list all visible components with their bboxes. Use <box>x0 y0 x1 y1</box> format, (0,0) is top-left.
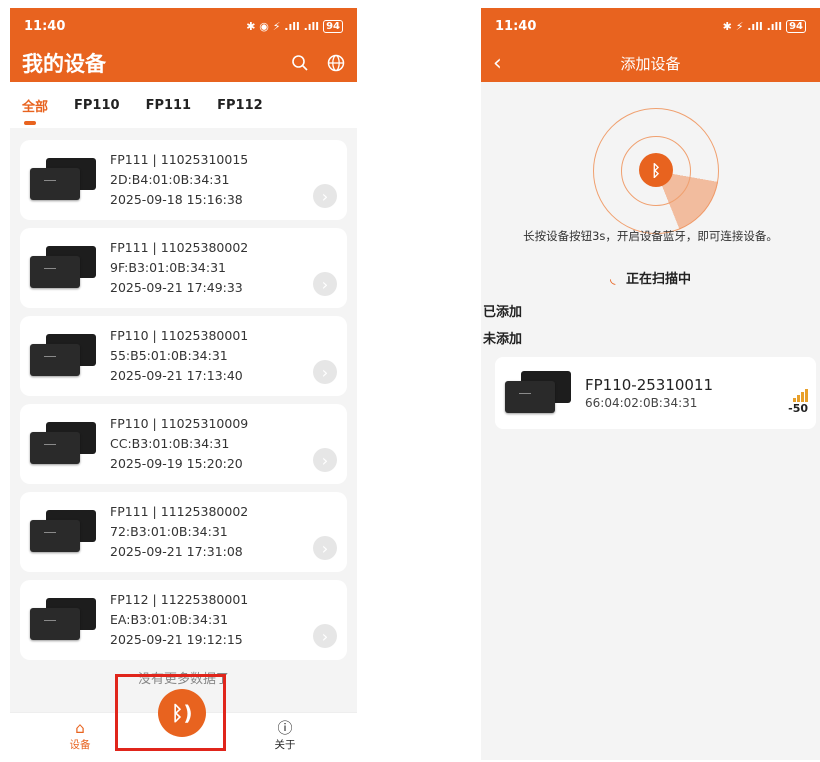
device-mac: 55:B5:01:0B:34:31 <box>110 348 228 363</box>
tab-all[interactable]: 全部 <box>22 96 48 125</box>
found-device-card[interactable]: FP110-25310011 66:04:02:0B:34:31 -50 <box>495 357 816 429</box>
nav-devices[interactable]: ⌂ 设备 <box>60 719 100 752</box>
device-image <box>30 510 98 554</box>
add-device-screen: 11:40 ✱ ⚡ .ıll .ıll 94 ‹ 添加设备 ᛒ 长按设备按钮3s… <box>481 8 820 760</box>
device-mac: 9F:B3:01:0B:34:31 <box>110 260 227 275</box>
info-icon: ⓘ <box>277 719 293 737</box>
device-mac: 2D:B4:01:0B:34:31 <box>110 172 230 187</box>
page-title: 添加设备 <box>620 54 681 73</box>
device-image <box>30 422 98 466</box>
nav-about[interactable]: ⓘ 关于 <box>265 719 305 752</box>
status-time: 11:40 <box>24 18 66 34</box>
device-time: 2025-09-21 17:49:33 <box>110 280 243 295</box>
device-mac: 72:B3:01:0B:34:31 <box>110 524 228 539</box>
device-card[interactable]: FP110 | 11025380001 55:B5:01:0B:34:31 20… <box>20 316 347 396</box>
device-time: 2025-09-18 15:16:38 <box>110 192 243 207</box>
device-card[interactable]: FP111 | 11125380002 72:B3:01:0B:34:31 20… <box>20 492 347 572</box>
device-time: 2025-09-19 15:20:20 <box>110 456 243 471</box>
chevron-right-icon[interactable]: › <box>313 272 337 296</box>
scanning-status: ◟ 正在扫描中 <box>481 268 820 287</box>
status-bar: 11:40 ✱ ⚡ .ıll .ıll 94 <box>481 8 820 44</box>
device-time: 2025-09-21 17:31:08 <box>110 544 243 559</box>
signal-strength: -50 <box>788 389 808 415</box>
device-time: 2025-09-21 19:12:15 <box>110 632 243 647</box>
app-bar: 我的设备 <box>10 44 357 82</box>
device-image <box>30 598 98 642</box>
tab-fp111[interactable]: FP111 <box>146 98 192 113</box>
device-model-serial: FP111 | 11025310015 <box>110 152 249 167</box>
device-model-serial: FP111 | 11025380002 <box>110 240 249 255</box>
globe-icon[interactable] <box>327 54 345 72</box>
my-devices-screen: 11:40 ✱ ◉ ⚡ .ıll .ıll 94 我的设备 全部 FP110 F… <box>10 8 357 760</box>
device-model-serial: FP112 | 11225380001 <box>110 592 249 607</box>
bluetooth-icon: ᛒ <box>639 153 673 187</box>
device-model-serial: FP110 | 11025380001 <box>110 328 249 343</box>
device-image <box>505 371 573 415</box>
not-added-section-label: 未添加 <box>483 332 523 347</box>
added-section-label: 已添加 <box>483 305 523 320</box>
device-list: FP111 | 11025310015 2D:B4:01:0B:34:31 20… <box>10 128 357 687</box>
device-image <box>30 158 98 202</box>
spinner-icon: ◟ <box>610 271 616 287</box>
nav-about-label: 关于 <box>274 739 296 751</box>
scan-animation: ᛒ 长按设备按钮3s，开启设备蓝牙，即可连接设备。 <box>481 82 820 262</box>
device-model-serial: FP111 | 11125380002 <box>110 504 249 519</box>
found-device-mac: 66:04:02:0B:34:31 <box>585 396 698 410</box>
device-time: 2025-09-21 17:13:40 <box>110 368 243 383</box>
pairing-hint: 长按设备按钮3s，开启设备蓝牙，即可连接设备。 <box>523 229 778 243</box>
device-card[interactable]: FP111 | 11025310015 2D:B4:01:0B:34:31 20… <box>20 140 347 220</box>
status-icons: ✱ ◉ ⚡ .ıll .ıll <box>246 19 320 33</box>
chevron-right-icon[interactable]: › <box>313 624 337 648</box>
status-icons: ✱ ⚡ .ıll .ıll <box>722 19 783 33</box>
filter-tabs: 全部 FP110 FP111 FP112 <box>10 82 357 128</box>
tab-fp110[interactable]: FP110 <box>74 98 120 113</box>
device-card[interactable]: FP112 | 11225380001 EA:B3:01:0B:34:31 20… <box>20 580 347 660</box>
device-image <box>30 246 98 290</box>
app-bar: ‹ 添加设备 <box>481 44 820 82</box>
search-icon[interactable] <box>291 54 309 72</box>
device-card[interactable]: FP111 | 11025380002 9F:B3:01:0B:34:31 20… <box>20 228 347 308</box>
status-bar: 11:40 ✱ ◉ ⚡ .ıll .ıll 94 <box>10 8 357 44</box>
status-time: 11:40 <box>495 18 537 34</box>
tab-fp112[interactable]: FP112 <box>217 98 263 113</box>
battery-icon: 94 <box>323 19 343 33</box>
device-mac: EA:B3:01:0B:34:31 <box>110 612 229 627</box>
chevron-right-icon[interactable]: › <box>313 536 337 560</box>
chevron-right-icon[interactable]: › <box>313 360 337 384</box>
device-model-serial: FP110 | 11025310009 <box>110 416 249 431</box>
chevron-right-icon[interactable]: › <box>313 184 337 208</box>
highlight-box <box>115 674 226 751</box>
router-icon: ⌂ <box>75 719 85 737</box>
page-title: 我的设备 <box>22 52 106 76</box>
device-mac: CC:B3:01:0B:34:31 <box>110 436 230 451</box>
device-image <box>30 334 98 378</box>
scanning-label: 正在扫描中 <box>625 272 691 287</box>
found-device-name: FP110-25310011 <box>585 376 714 394</box>
battery-icon: 94 <box>786 19 806 33</box>
rssi-value: -50 <box>788 402 808 415</box>
chevron-right-icon[interactable]: › <box>313 448 337 472</box>
device-card[interactable]: FP110 | 11025310009 CC:B3:01:0B:34:31 20… <box>20 404 347 484</box>
signal-bars-icon <box>788 389 808 402</box>
back-arrow-icon[interactable]: ‹ <box>493 51 502 76</box>
nav-devices-label: 设备 <box>69 739 91 751</box>
